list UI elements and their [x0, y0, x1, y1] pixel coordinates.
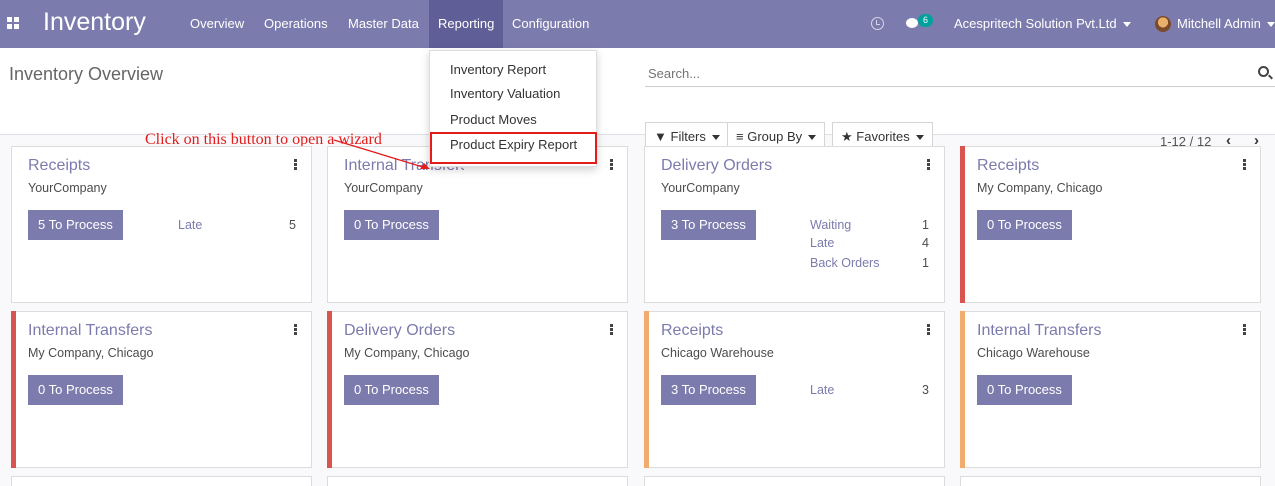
menu-reporting[interactable]: Reporting [429, 0, 504, 48]
card-subtitle: YourCompany [661, 181, 740, 195]
menu-operations[interactable]: Operations [258, 0, 334, 48]
stat-late-value: 3 [922, 383, 929, 397]
stat-late-label[interactable]: Late [810, 383, 834, 397]
card-subtitle: My Company, Chicago [344, 346, 470, 360]
card-subtitle: My Company, Chicago [977, 181, 1103, 195]
card-color-bar [960, 311, 965, 468]
stat-late-value: 4 [922, 236, 929, 250]
to-process-button[interactable]: 0 To Process [977, 375, 1072, 405]
card-title[interactable]: Receipts [28, 157, 90, 175]
stat-late-label[interactable]: Late [810, 236, 834, 250]
operation-card[interactable] [960, 476, 1261, 486]
stat-back-orders-label[interactable]: Back Orders [810, 256, 879, 270]
card-subtitle: Chicago Warehouse [661, 346, 774, 360]
highlight-box [430, 132, 597, 164]
to-process-button[interactable]: 5 To Process [28, 210, 123, 240]
operation-card[interactable]: Receipts My Company, Chicago 0 To Proces… [960, 146, 1261, 303]
stat-back-orders-value: 1 [922, 256, 929, 270]
to-process-button[interactable]: 0 To Process [28, 375, 123, 405]
card-subtitle: YourCompany [28, 181, 107, 195]
card-title[interactable]: Delivery Orders [661, 157, 772, 175]
card-title[interactable]: Delivery Orders [344, 322, 455, 340]
menu-overview[interactable]: Overview [184, 0, 250, 48]
card-subtitle: Chicago Warehouse [977, 346, 1090, 360]
card-color-bar [644, 311, 649, 468]
to-process-button[interactable]: 3 To Process [661, 210, 756, 240]
filter-icon: ▼ [654, 129, 667, 144]
filters-label: Filters [670, 129, 706, 144]
company-switcher[interactable]: Acespritech Solution Pvt.Ltd [954, 0, 1131, 48]
user-menu[interactable]: Mitchell Admin [1177, 0, 1275, 48]
stat-late-value: 5 [289, 218, 296, 232]
to-process-button[interactable]: 0 To Process [344, 210, 439, 240]
card-options-icon[interactable] [294, 324, 297, 335]
operation-card[interactable]: Delivery Orders My Company, Chicago 0 To… [327, 311, 628, 468]
to-process-button[interactable]: 0 To Process [344, 375, 439, 405]
stat-late-label[interactable]: Late [178, 218, 202, 232]
operation-card[interactable]: Internal Transfers My Company, Chicago 0… [11, 311, 312, 468]
to-process-button[interactable]: 0 To Process [977, 210, 1072, 240]
company-name: Acespritech Solution Pvt.Ltd [954, 16, 1117, 31]
menu-inventory-valuation[interactable]: Inventory Valuation [450, 86, 560, 101]
operation-card[interactable]: Receipts YourCompany 5 To Process Late 5 [11, 146, 312, 303]
annotation-arrow [333, 139, 430, 169]
card-title[interactable]: Receipts [977, 157, 1039, 175]
page-title: Inventory Overview [9, 64, 164, 84]
app-name[interactable]: Inventory [43, 8, 146, 37]
card-color-bar [960, 146, 965, 303]
operation-card[interactable] [644, 476, 945, 486]
card-options-icon[interactable] [927, 159, 930, 170]
card-color-bar [11, 311, 16, 468]
operation-card[interactable]: Internal Transfers Chicago Warehouse 0 T… [960, 311, 1261, 468]
card-color-bar [327, 311, 332, 468]
favorites-label: Favorites [856, 129, 910, 144]
stat-waiting-label[interactable]: Waiting [810, 218, 851, 232]
stat-waiting-value: 1 [922, 218, 929, 232]
search-input[interactable] [648, 66, 1228, 81]
menu-master-data[interactable]: Master Data [342, 0, 425, 48]
card-options-icon[interactable] [294, 159, 297, 170]
card-title[interactable]: Internal Transfers [28, 322, 153, 340]
chat-icon[interactable] [906, 18, 918, 28]
operation-card[interactable]: Receipts Chicago Warehouse 3 To Process … [644, 311, 945, 468]
search-icon[interactable] [1258, 66, 1269, 77]
caret-down-icon [808, 135, 817, 141]
star-icon: ★ [841, 129, 853, 144]
chat-count-badge: 6 [918, 14, 933, 27]
operation-card[interactable] [11, 476, 312, 486]
group-by-icon: ≡ [736, 129, 744, 144]
caret-down-icon [1266, 22, 1275, 28]
card-options-icon[interactable] [610, 324, 613, 335]
caret-down-icon [711, 135, 720, 141]
card-title[interactable]: Receipts [661, 322, 723, 340]
operation-card[interactable] [327, 476, 628, 486]
card-options-icon[interactable] [1243, 324, 1246, 335]
operation-card[interactable]: Delivery Orders YourCompany 3 To Process… [644, 146, 945, 303]
search-box[interactable] [645, 60, 1275, 87]
apps-menu-icon[interactable] [7, 17, 20, 29]
card-subtitle: My Company, Chicago [28, 346, 154, 360]
to-process-button[interactable]: 3 To Process [661, 375, 756, 405]
user-avatar[interactable] [1155, 16, 1171, 32]
caret-down-icon [1122, 22, 1131, 28]
card-title[interactable]: Internal Transfers [977, 322, 1102, 340]
activity-clock-icon[interactable] [871, 17, 884, 30]
control-panel: Inventory Overview [0, 48, 1275, 135]
card-options-icon[interactable] [927, 324, 930, 335]
user-name: Mitchell Admin [1177, 16, 1261, 31]
menu-product-moves[interactable]: Product Moves [450, 112, 537, 127]
card-options-icon[interactable] [610, 159, 613, 170]
caret-down-icon [915, 135, 924, 141]
group-by-label: Group By [747, 129, 803, 144]
card-options-icon[interactable] [1243, 159, 1246, 170]
top-navbar: Inventory Overview Operations Master Dat… [0, 0, 1275, 48]
menu-configuration[interactable]: Configuration [506, 0, 595, 48]
menu-inventory-report[interactable]: Inventory Report [450, 62, 546, 77]
card-subtitle: YourCompany [344, 181, 423, 195]
